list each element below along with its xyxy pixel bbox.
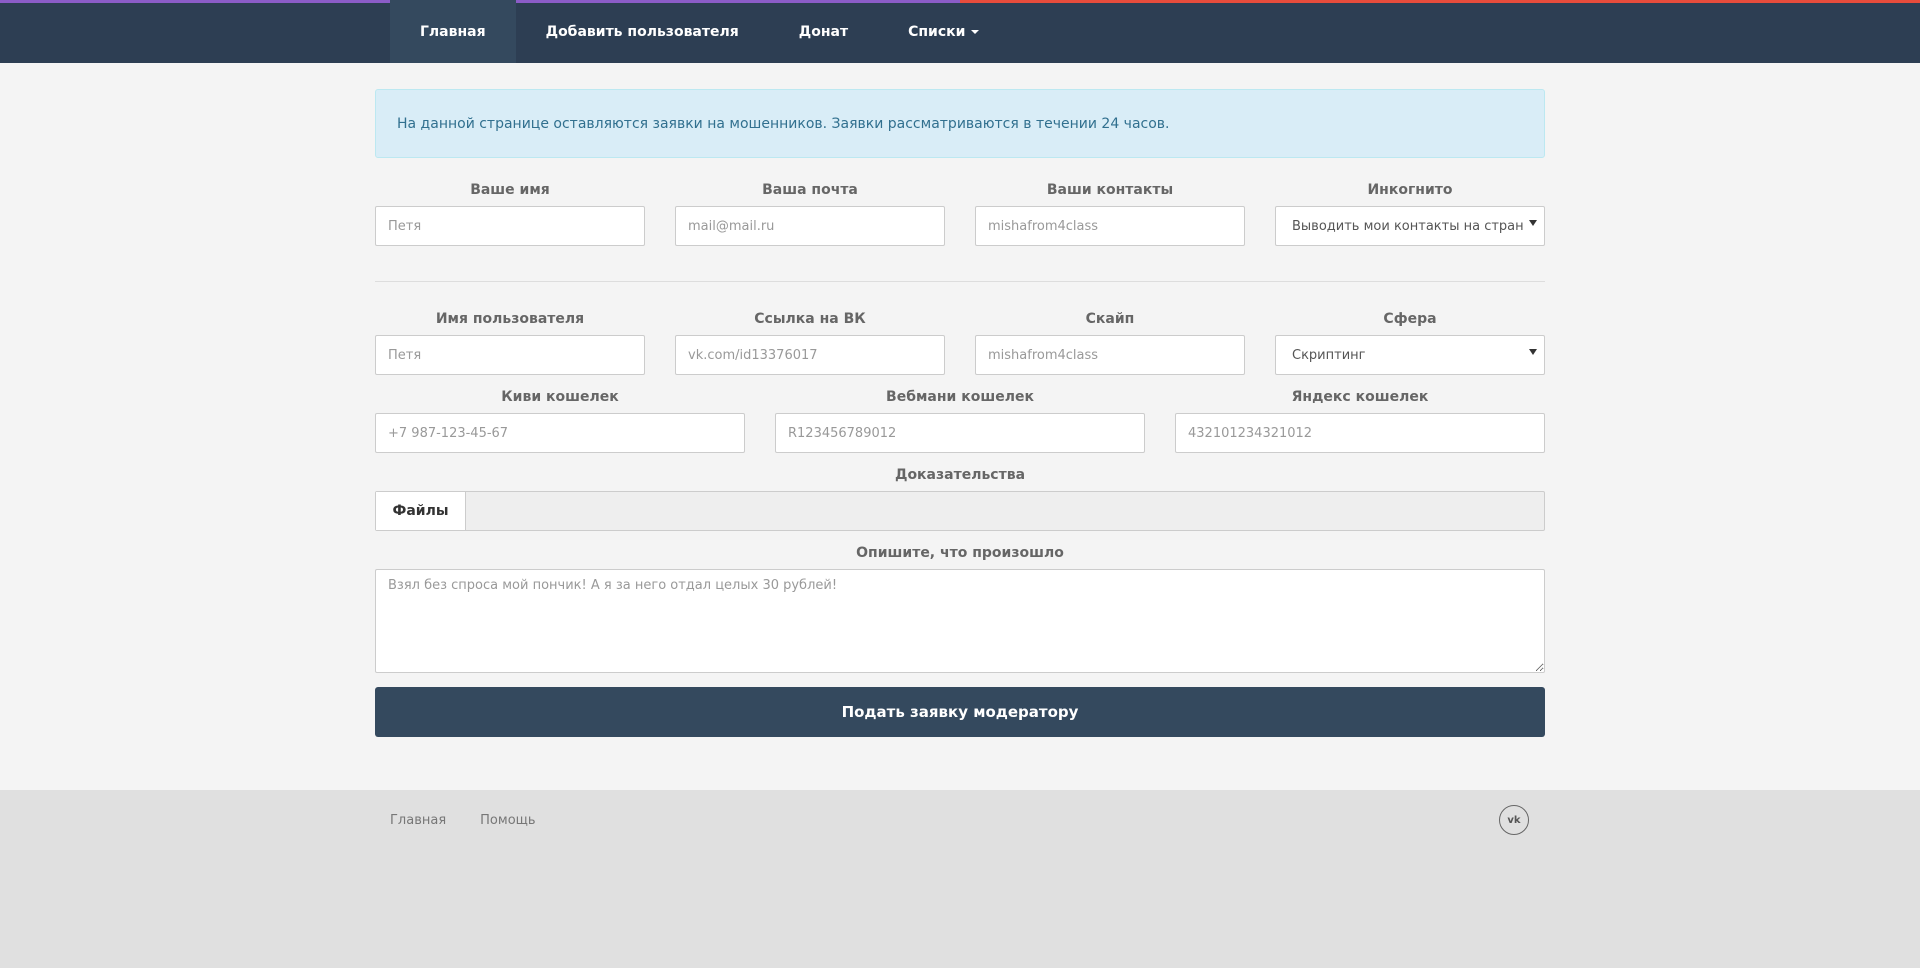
target-row: Имя пользователя Ссылка на ВК Скайп Сфер… [375,303,1545,375]
field-label: Ссылка на ВК [754,311,866,327]
main-nav: Главная Добавить пользователя Донат Спис… [390,0,1009,63]
reporter-email-group: Ваша почта [675,174,945,246]
top-navbar: Главная Добавить пользователя Донат Спис… [0,0,1920,63]
file-upload[interactable]: Файлы [375,491,1545,531]
files-button[interactable]: Файлы [376,492,466,530]
qiwi-input[interactable] [375,413,745,453]
description-textarea[interactable] [375,569,1545,673]
select-arrow-icon [1529,220,1537,226]
footer-links: Главная Помощь [390,790,570,850]
nav-item-donate[interactable]: Донат [769,0,878,63]
webmoney-input[interactable] [775,413,1145,453]
nav-item-label: Списки [908,23,966,40]
footer-link-home[interactable]: Главная [390,813,446,828]
field-label: Доказательства [894,467,1026,483]
target-vk-group: Ссылка на ВК [675,303,945,375]
submit-label: Подать заявку модератору [841,703,1079,721]
nav-item-label: Добавить пользователя [545,23,739,40]
select-value: Выводить мои контакты на стран [1275,206,1545,246]
evidence-group: Доказательства Файлы [375,459,1545,531]
field-label: Опишите, что произошло [856,545,1064,561]
select-arrow-icon [1529,349,1537,355]
target-skype-group: Скайп [975,303,1245,375]
section-divider [375,281,1545,282]
target-username-input[interactable] [375,335,645,375]
incognito-group: Инкогнито Выводить мои контакты на стран [1275,174,1545,246]
sphere-select[interactable]: Скриптинг [1275,335,1545,375]
alert-text: На данной странице оставляются заявки на… [397,115,1170,132]
qiwi-group: Киви кошелек [375,381,745,453]
yandex-group: Яндекс кошелек [1175,381,1545,453]
target-vk-input[interactable] [675,335,945,375]
incognito-select[interactable]: Выводить мои контакты на стран [1275,206,1545,246]
yandex-input[interactable] [1175,413,1545,453]
nav-item-label: Донат [798,23,849,40]
field-label: Имя пользователя [435,311,585,327]
field-label: Скайп [1085,311,1135,327]
field-label: Вебмани кошелек [886,389,1034,405]
webmoney-group: Вебмани кошелек [775,381,1145,453]
footer: Главная Помощь vk [0,790,1920,968]
reporter-name-group: Ваше имя [375,174,645,246]
field-label: Ваши контакты [1046,182,1174,198]
footer-link-help[interactable]: Помощь [480,813,535,828]
select-value: Скриптинг [1275,335,1545,375]
info-alert: На данной странице оставляются заявки на… [375,89,1545,158]
submit-button[interactable]: Подать заявку модератору [375,687,1545,737]
target-skype-input[interactable] [975,335,1245,375]
nav-item-lists[interactable]: Списки [878,0,1009,63]
sphere-group: Сфера Скриптинг [1275,303,1545,375]
field-label: Ваше имя [470,182,550,198]
report-form: На данной странице оставляются заявки на… [375,63,1545,737]
caret-down-icon [971,29,980,34]
reporter-name-input[interactable] [375,206,645,246]
reporter-email-input[interactable] [675,206,945,246]
vk-icon[interactable]: vk [1499,805,1529,835]
reporter-contacts-input[interactable] [975,206,1245,246]
field-label: Киви кошелек [501,389,619,405]
reporter-row: Ваше имя Ваша почта Ваши контакты Инкогн… [375,174,1545,246]
field-label: Яндекс кошелек [1291,389,1429,405]
nav-item-label: Главная [420,23,486,40]
field-label: Инкогнито [1367,182,1453,198]
description-group: Опишите, что произошло [375,537,1545,673]
target-username-group: Имя пользователя [375,303,645,375]
field-label: Ваша почта [762,182,858,198]
nav-item-add-user[interactable]: Добавить пользователя [516,0,769,63]
accent-stripe-right [960,0,1920,3]
wallets-row: Киви кошелек Вебмани кошелек Яндекс коше… [375,381,1545,453]
nav-item-home[interactable]: Главная [390,0,516,63]
reporter-contacts-group: Ваши контакты [975,174,1245,246]
field-label: Сфера [1383,311,1437,327]
